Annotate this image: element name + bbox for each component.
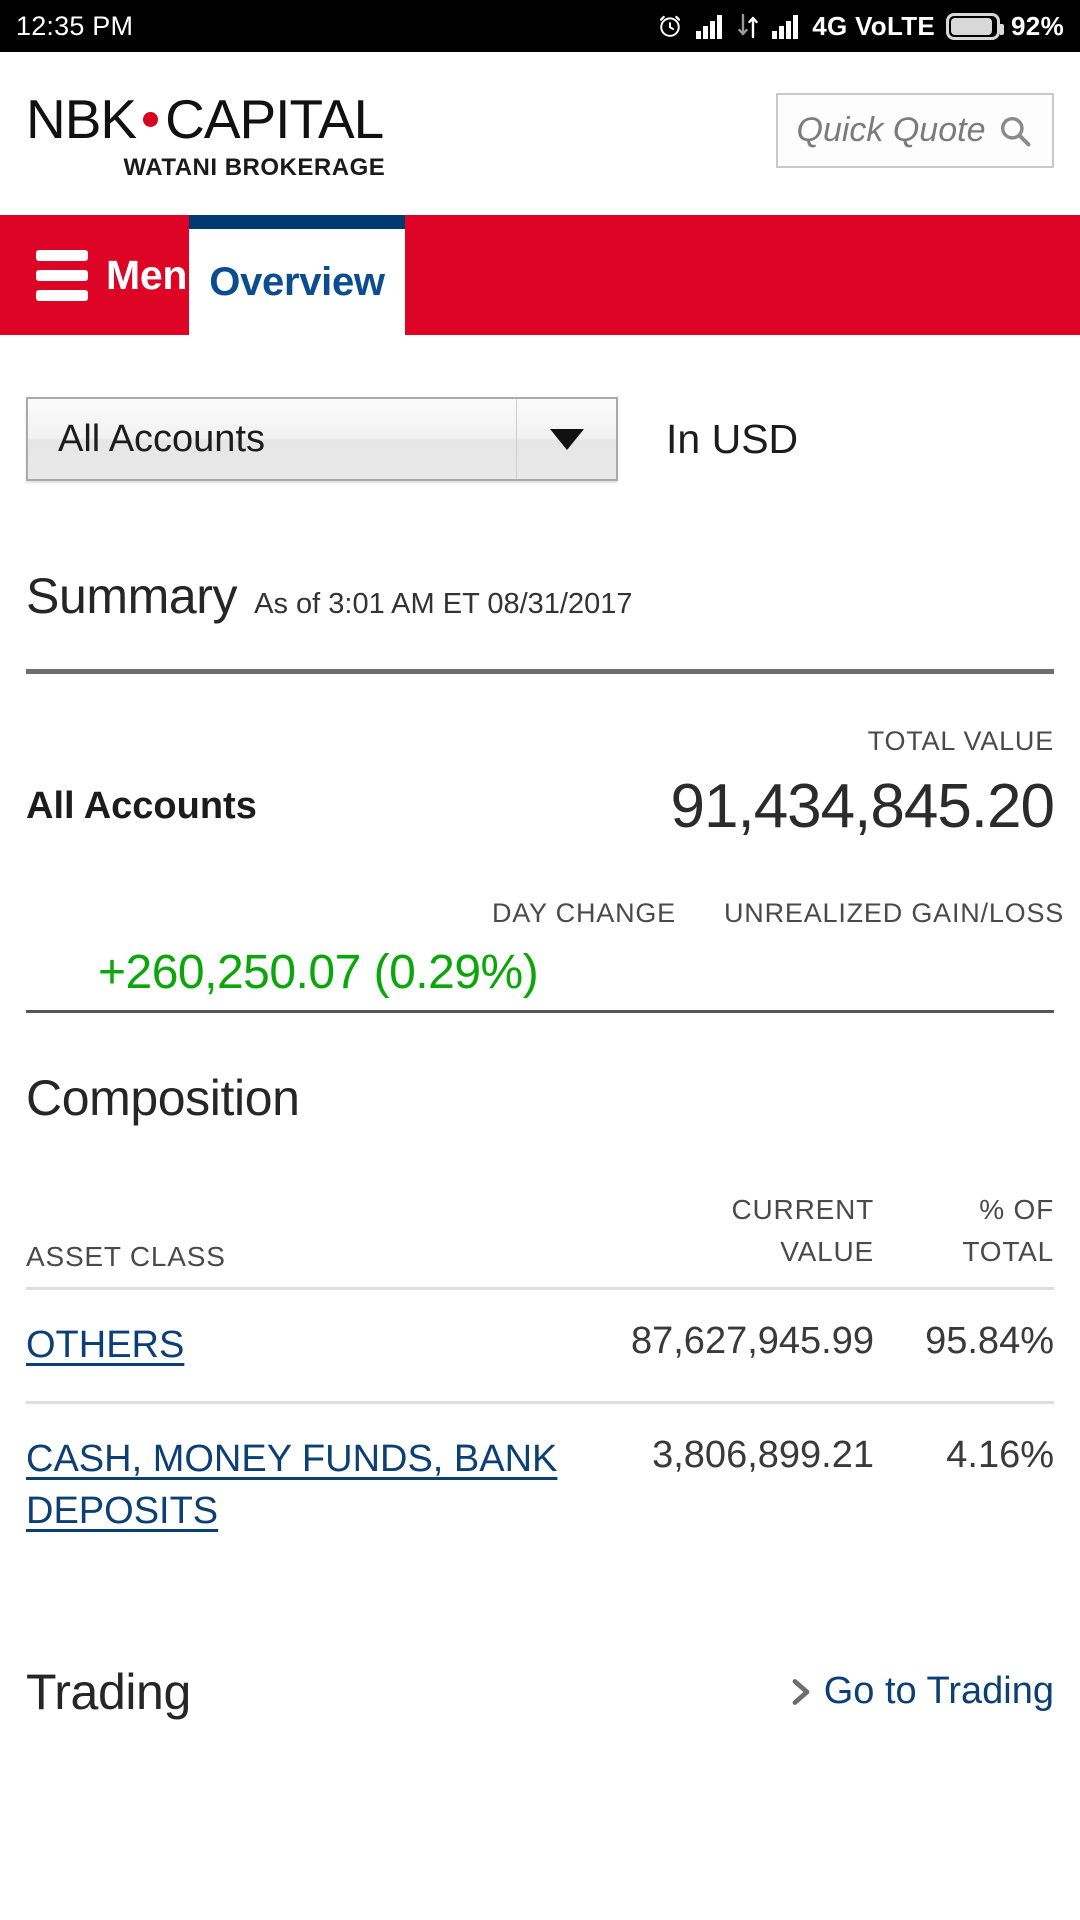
account-controls-row: All Accounts In USD <box>0 335 1080 481</box>
brand-wordmark: NBK CAPITAL <box>26 87 384 150</box>
table-row: OTHERS 87,627,945.99 95.84% <box>26 1290 1054 1405</box>
quick-quote-search[interactable]: Quick Quote <box>776 93 1054 168</box>
current-value-cell: 3,806,899.21 <box>652 1434 874 1477</box>
app-header: NBK CAPITAL WATANI BROKERAGE Quick Quote <box>0 52 1080 215</box>
column-header-current-value-line1: CURRENT <box>731 1194 874 1225</box>
summary-header: Summary As of 3:01 AM ET 08/31/2017 <box>26 567 1054 625</box>
total-value-row: All Accounts 91,434,845.20 <box>26 771 1055 842</box>
signal-bars-icon-2 <box>771 13 801 39</box>
trading-section-header: Trading Go to Trading <box>26 1663 1054 1721</box>
battery-percent-label: 92% <box>1011 10 1064 41</box>
tab-overview-label: Overview <box>209 259 385 304</box>
day-change-label: DAY CHANGE <box>491 898 676 928</box>
brand-subtitle: WATANI BROKERAGE <box>123 153 386 181</box>
column-header-current-value: CURRENT VALUE <box>574 1189 874 1273</box>
brand-capital: CAPITAL <box>165 87 384 150</box>
summary-divider <box>26 669 1054 674</box>
currency-label: In USD <box>666 415 799 462</box>
quick-quote-placeholder: Quick Quote <box>796 111 986 149</box>
asset-class-cell: CASH, MONEY FUNDS, BANK DEPOSITS <box>26 1434 574 1537</box>
pct-total-cell: 95.84% <box>925 1320 1054 1362</box>
account-selector-dropdown[interactable]: All Accounts <box>26 397 618 481</box>
unrealized-gain-loss-label: UNREALIZED GAIN/LOSS <box>724 898 1065 928</box>
chevron-right-icon <box>788 1677 814 1707</box>
status-indicators: 4G VoLTE 92% <box>656 11 1064 42</box>
column-header-pct-total-line1: % OF <box>979 1194 1054 1225</box>
menu-button[interactable]: Menu <box>0 215 212 335</box>
brand-red-dot-icon <box>143 111 159 127</box>
network-type-label: 4G VoLTE <box>812 10 936 41</box>
summary-title: Summary <box>26 568 238 624</box>
asset-class-link[interactable]: CASH, MONEY FUNDS, BANK DEPOSITS <box>26 1438 557 1531</box>
change-labels-row: DAY CHANGE UNREALIZED GAIN/LOSS <box>26 898 1065 929</box>
total-value-amount: 91,434,845.20 <box>670 772 1055 841</box>
brand-logo: NBK CAPITAL WATANI BROKERAGE <box>26 86 386 182</box>
summary-account-name: All Accounts <box>26 785 257 828</box>
change-values-row: +260,250.07 (0.29%) <box>26 945 1054 1000</box>
alarm-clock-icon <box>656 12 684 40</box>
asset-class-link[interactable]: OTHERS <box>26 1324 184 1366</box>
account-selector-value: All Accounts <box>58 417 265 460</box>
asset-class-cell: OTHERS <box>26 1320 574 1371</box>
signal-bars-icon <box>695 13 725 39</box>
column-header-asset-class: ASSET CLASS <box>26 1241 226 1272</box>
total-value-label-row: TOTAL VALUE <box>26 726 1054 757</box>
go-to-trading-label: Go to Trading <box>823 1670 1054 1713</box>
tab-overview[interactable]: Overview <box>189 215 405 335</box>
main-navbar: Menu Overview <box>0 215 1080 335</box>
summary-section: Summary As of 3:01 AM ET 08/31/2017 TOTA… <box>0 567 1080 1721</box>
go-to-trading-link[interactable]: Go to Trading <box>788 1670 1054 1713</box>
column-header-pct-total: % OF TOTAL <box>874 1189 1054 1273</box>
total-value-label: TOTAL VALUE <box>867 726 1054 756</box>
table-row: CASH, MONEY FUNDS, BANK DEPOSITS 3,806,8… <box>26 1404 1054 1567</box>
composition-table: ASSET CLASS CURRENT VALUE % OF TOTAL OTH… <box>26 1189 1054 1567</box>
composition-title: Composition <box>26 1070 300 1126</box>
column-header-pct-total-line2: TOTAL <box>962 1236 1054 1267</box>
table-header-row: ASSET CLASS CURRENT VALUE % OF TOTAL <box>26 1189 1054 1290</box>
day-change-value: +260,250.07 (0.29%) <box>98 946 539 999</box>
trading-title: Trading <box>26 1663 191 1720</box>
column-header-current-value-line2: VALUE <box>780 1236 874 1267</box>
summary-as-of: As of 3:01 AM ET 08/31/2017 <box>254 588 633 620</box>
brand-nbk: NBK <box>26 87 137 150</box>
chevron-down-icon[interactable] <box>516 399 616 479</box>
status-time: 12:35 PM <box>16 10 134 41</box>
hamburger-menu-icon <box>36 249 88 301</box>
search-icon[interactable] <box>997 113 1033 149</box>
current-value-cell: 87,627,945.99 <box>630 1320 874 1362</box>
composition-divider <box>26 1010 1054 1013</box>
status-bar: 12:35 PM 4G VoLTE 92% <box>0 0 1080 52</box>
battery-icon <box>946 12 1005 40</box>
pct-total-cell: 4.16% <box>946 1434 1054 1477</box>
data-transfer-icon <box>736 13 760 39</box>
